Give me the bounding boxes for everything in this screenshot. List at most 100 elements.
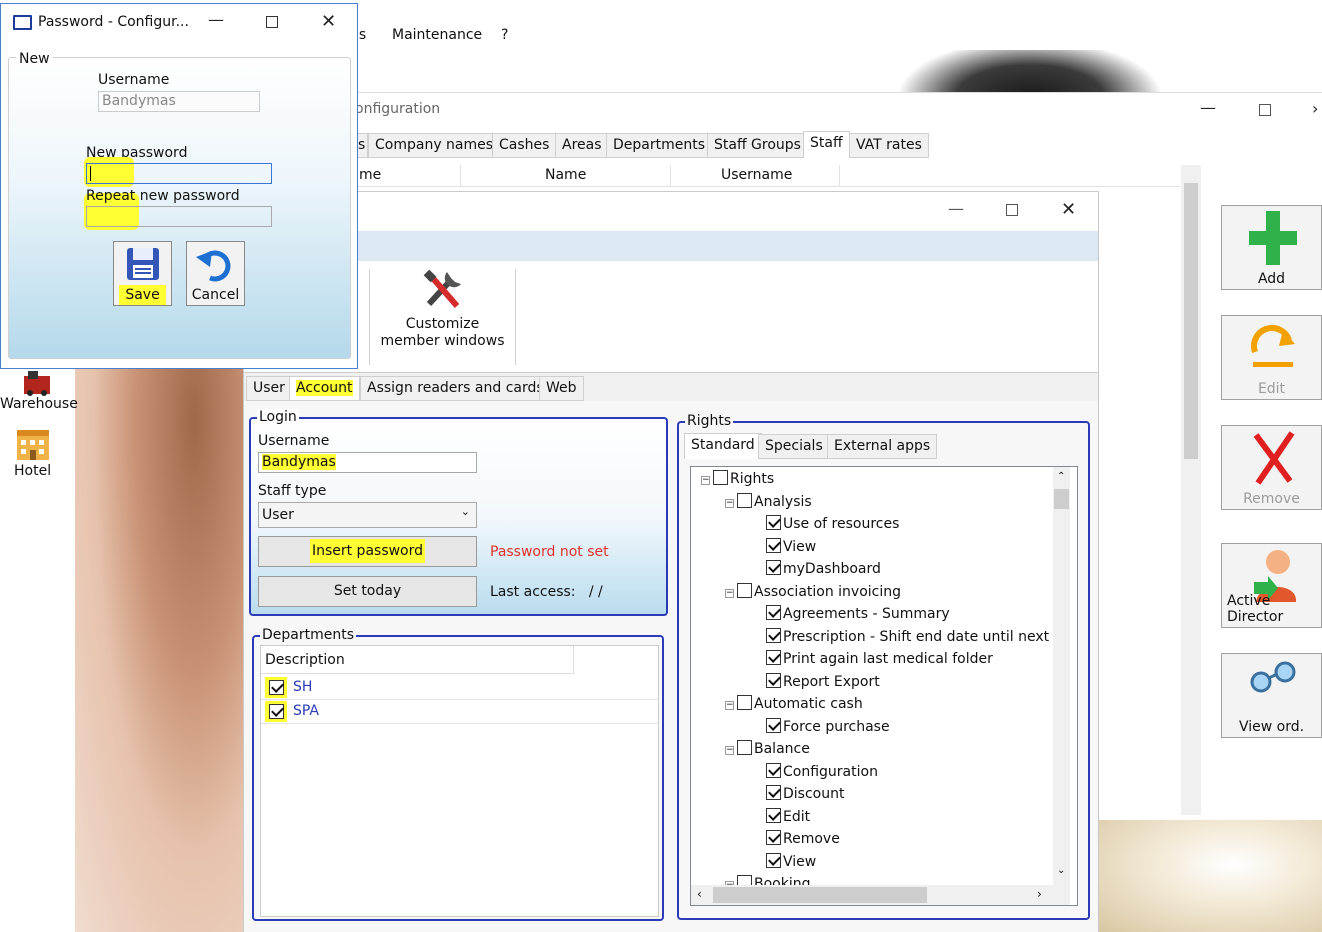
subtab-account[interactable]: Account <box>289 376 360 401</box>
close-icon[interactable]: › <box>1312 99 1318 118</box>
scrollbar-thumb[interactable] <box>1184 183 1198 459</box>
edit-button[interactable]: Edit <box>1221 315 1322 400</box>
dialog-username-input[interactable]: Bandymas <box>98 91 260 112</box>
subtab-web[interactable]: Web <box>539 376 584 401</box>
minimize-icon[interactable]: — <box>1200 98 1216 117</box>
rights-checkbox[interactable] <box>713 470 728 485</box>
username-input[interactable]: Bandymas <box>258 452 477 473</box>
tree-expander-icon[interactable]: − <box>725 588 734 598</box>
rights-tree-horizontal-scrollbar[interactable]: ‹ › <box>691 885 1070 905</box>
subtab-user[interactable]: User <box>246 376 292 401</box>
rights-tree-item[interactable]: Remove <box>766 830 840 852</box>
rights-tree-item[interactable]: Discount <box>766 785 844 807</box>
repeat-password-input[interactable] <box>86 206 272 227</box>
rights-tree-item[interactable]: − Automatic cash <box>725 695 863 717</box>
rights-checkbox[interactable] <box>737 492 752 508</box>
dialog-maximize-icon[interactable] <box>266 16 278 28</box>
rights-tree-item[interactable]: − Analysis <box>725 492 812 515</box>
tab-company-names[interactable]: Company names <box>368 133 501 158</box>
customize-member-windows-button[interactable]: Customize member windows <box>375 266 510 366</box>
rights-tree-item[interactable]: Report Export <box>766 672 880 695</box>
rights-tree-item[interactable]: Prescription - Shift end date until next… <box>766 627 1067 650</box>
staff-close-icon[interactable]: ✕ <box>1061 199 1076 220</box>
tab-staff-groups[interactable]: Staff Groups <box>707 133 808 158</box>
rights-checkbox[interactable] <box>737 582 752 598</box>
rights-tab-external-apps[interactable]: External apps <box>827 434 938 459</box>
rights-checkbox[interactable] <box>737 695 752 710</box>
rights-checkbox[interactable] <box>766 785 781 800</box>
rights-tab-specials[interactable]: Specials <box>758 434 830 459</box>
tree-expander-icon[interactable]: − <box>725 746 734 755</box>
rights-checkbox[interactable] <box>766 605 781 620</box>
subtab-assign-readers[interactable]: Assign readers and cards <box>360 376 551 401</box>
rights-checkbox[interactable] <box>766 650 781 665</box>
tab-staff[interactable]: Staff <box>803 131 850 158</box>
rights-tree-item[interactable]: Edit <box>766 807 810 830</box>
dialog-minimize-icon[interactable]: — <box>208 10 224 29</box>
rights-tree-item[interactable]: Configuration <box>766 762 878 785</box>
column-header-clipped[interactable]: me <box>359 167 381 183</box>
rights-tree-vertical-scrollbar[interactable]: ⌃ ⌄ <box>1053 467 1070 885</box>
hotel-icon[interactable] <box>15 428 51 462</box>
warehouse-icon[interactable] <box>20 368 54 396</box>
scrollbar-thumb[interactable] <box>1054 489 1069 509</box>
save-button[interactable]: Save <box>113 241 172 306</box>
background-photo-flowers <box>1098 820 1322 932</box>
rights-tree-item[interactable]: Force purchase <box>766 717 890 740</box>
tree-expander-icon[interactable]: − <box>725 701 734 710</box>
rights-checkbox[interactable] <box>766 807 781 823</box>
rights-checkbox[interactable] <box>766 852 781 868</box>
rights-tree-item[interactable]: − Balance <box>725 740 810 762</box>
scrollbar-thumb[interactable] <box>713 887 927 903</box>
maximize-icon[interactable] <box>1259 104 1271 116</box>
table-row[interactable]: SPA <box>261 700 658 724</box>
rights-tree-item[interactable]: − Association invoicing <box>725 582 901 605</box>
rights-checkbox[interactable] <box>737 740 752 755</box>
rights-checkbox[interactable] <box>766 762 781 778</box>
department-checkbox[interactable] <box>269 680 284 695</box>
column-header-username[interactable]: Username <box>721 167 792 183</box>
cancel-button[interactable]: Cancel <box>186 241 245 306</box>
rights-checkbox[interactable] <box>766 717 781 733</box>
staff-minimize-icon[interactable]: — <box>948 199 964 218</box>
rights-tree-item[interactable]: Use of resources <box>766 515 899 537</box>
rights-tree-item[interactable]: myDashboard <box>766 560 881 582</box>
add-button[interactable]: Add <box>1221 205 1322 290</box>
staff-maximize-icon[interactable] <box>1006 204 1018 216</box>
staff-type-select[interactable]: User ⌄ <box>258 502 477 528</box>
rights-tree-item[interactable]: View <box>766 537 816 560</box>
rights-tree-item[interactable]: Agreements - Summary <box>766 605 950 627</box>
rights-checkbox[interactable] <box>766 830 781 845</box>
set-today-button[interactable]: Set today <box>258 576 477 607</box>
rights-tree-item[interactable]: View <box>766 852 817 875</box>
rights-tree-item[interactable]: Print again last medical folder <box>766 650 993 672</box>
active-directory-button[interactable]: Active Director <box>1221 543 1322 628</box>
tab-cashes[interactable]: Cashes <box>492 133 557 158</box>
menu-item-help[interactable]: ? <box>501 27 508 43</box>
tab-vat-rates[interactable]: VAT rates <box>849 133 929 158</box>
staff-grid-scrollbar[interactable] <box>1181 165 1201 815</box>
new-group-legend: New <box>16 51 53 67</box>
rights-checkbox[interactable] <box>766 537 781 553</box>
new-password-input[interactable] <box>86 163 272 184</box>
remove-button[interactable]: Remove <box>1221 425 1322 510</box>
table-row[interactable]: SH <box>261 676 658 700</box>
tab-departments[interactable]: Departments <box>606 133 713 158</box>
tab-areas[interactable]: Areas <box>555 133 609 158</box>
insert-password-button[interactable]: Insert password <box>258 536 477 567</box>
rights-checkbox[interactable] <box>766 560 781 575</box>
tree-expander-icon[interactable]: − <box>725 498 734 508</box>
menu-item-maintenance[interactable]: Maintenance <box>392 27 482 43</box>
rights-item-label: View <box>783 853 817 870</box>
rights-checkbox[interactable] <box>766 672 781 688</box>
rights-checkbox[interactable] <box>766 627 781 643</box>
column-header-name[interactable]: Name <box>545 167 586 183</box>
dialog-close-icon[interactable]: ✕ <box>321 11 336 32</box>
department-checkbox[interactable] <box>269 704 284 719</box>
description-column-header[interactable]: Description <box>261 646 574 674</box>
tree-expander-icon[interactable]: − <box>701 476 710 485</box>
rights-tree-item[interactable]: − Rights <box>701 470 774 492</box>
view-orders-button[interactable]: View ord. <box>1221 653 1322 738</box>
rights-tab-standard[interactable]: Standard <box>684 433 762 459</box>
rights-checkbox[interactable] <box>766 515 781 530</box>
